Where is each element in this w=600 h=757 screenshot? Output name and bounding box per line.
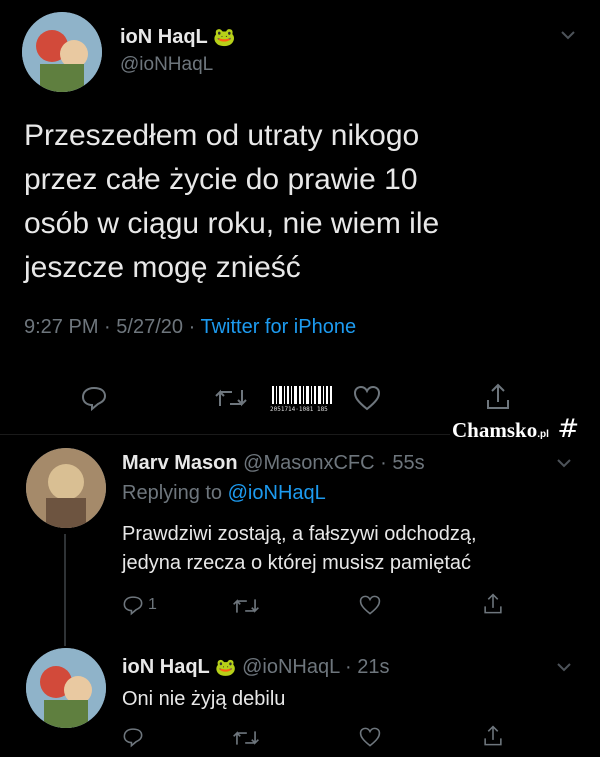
tweet-text-line: przez całe życie do prawie 10 — [24, 163, 418, 196]
reply-icon[interactable] — [122, 726, 144, 748]
avatar[interactable] — [26, 448, 106, 528]
reply-icon — [122, 594, 144, 616]
chevron-down-icon[interactable] — [560, 30, 576, 40]
thread-line — [64, 534, 66, 646]
barcode-text: 2051714·1081 185 — [270, 406, 328, 413]
hash-icon: # — [557, 414, 580, 444]
author-name[interactable]: ioN HaqL — [122, 656, 210, 678]
tweet-text-line: osób w ciągu roku, nie wiem ile — [24, 207, 440, 240]
tweet-meta: 9:27 PM · 5/27/20 · Twitter for iPhone — [24, 316, 356, 339]
reply-time[interactable]: 21s — [357, 656, 389, 678]
frog-emoji: 🐸 — [215, 658, 237, 677]
avatar[interactable] — [26, 648, 106, 728]
replying-handle[interactable]: @ioNHaqL — [228, 482, 326, 504]
barcode-stamp: 2051714·1081 185 — [270, 386, 336, 413]
author-handle[interactable]: @MasonxCFC — [243, 452, 374, 474]
author-name[interactable]: Marv Mason — [122, 452, 238, 474]
reply-button[interactable]: 1 — [122, 594, 157, 616]
tweet-text-line: jeszcze mogę znieść — [24, 251, 301, 284]
watermark-suffix: .pl — [537, 429, 549, 440]
divider — [0, 434, 450, 435]
reply-text-line: jedyna rzecza o której musisz pamiętać — [122, 552, 472, 574]
author-handle[interactable]: @ioNHaqL — [120, 54, 213, 76]
replying-label: Replying to — [122, 482, 223, 504]
retweet-icon[interactable] — [232, 596, 260, 616]
share-icon[interactable] — [482, 592, 504, 616]
retweet-icon[interactable] — [232, 728, 260, 748]
tweet-source[interactable]: Twitter for iPhone — [200, 316, 356, 338]
share-icon[interactable] — [482, 724, 504, 748]
chamsko-watermark: Chamsko.pl # — [452, 414, 579, 444]
share-icon[interactable] — [484, 382, 512, 412]
watermark-brand: Chamsko — [452, 418, 538, 442]
separator: · — [380, 452, 387, 474]
reply-icon[interactable] — [80, 384, 108, 412]
like-icon[interactable] — [358, 594, 382, 616]
separator: · — [188, 316, 196, 338]
tweet-text: Przeszedłem od utraty nikogo przez całe … — [24, 114, 439, 290]
avatar[interactable] — [22, 12, 102, 92]
tweet-time[interactable]: 9:27 PM — [24, 316, 98, 338]
like-icon[interactable] — [352, 384, 382, 412]
like-icon[interactable] — [358, 726, 382, 748]
reply-text: Oni nie żyją debilu — [122, 688, 286, 710]
author-handle[interactable]: @ioNHaqL — [242, 656, 339, 678]
retweet-icon[interactable] — [214, 386, 248, 410]
reply-text: Prawdziwi zostają, a fałszywi odchodzą, … — [122, 520, 477, 578]
reply-count: 1 — [148, 596, 157, 613]
chevron-down-icon[interactable] — [556, 662, 572, 672]
tweet-date[interactable]: 5/27/20 — [116, 316, 183, 338]
chevron-down-icon[interactable] — [556, 458, 572, 468]
author-name[interactable]: ioN HaqL — [120, 26, 207, 48]
frog-emoji: 🐸 — [212, 27, 236, 47]
separator: · — [104, 316, 111, 338]
separator: · — [345, 656, 352, 678]
reply-text-line: Prawdziwi zostają, a fałszywi odchodzą, — [122, 523, 477, 545]
reply-time[interactable]: 55s — [392, 452, 424, 474]
tweet-text-line: Przeszedłem od utraty nikogo — [24, 119, 420, 152]
